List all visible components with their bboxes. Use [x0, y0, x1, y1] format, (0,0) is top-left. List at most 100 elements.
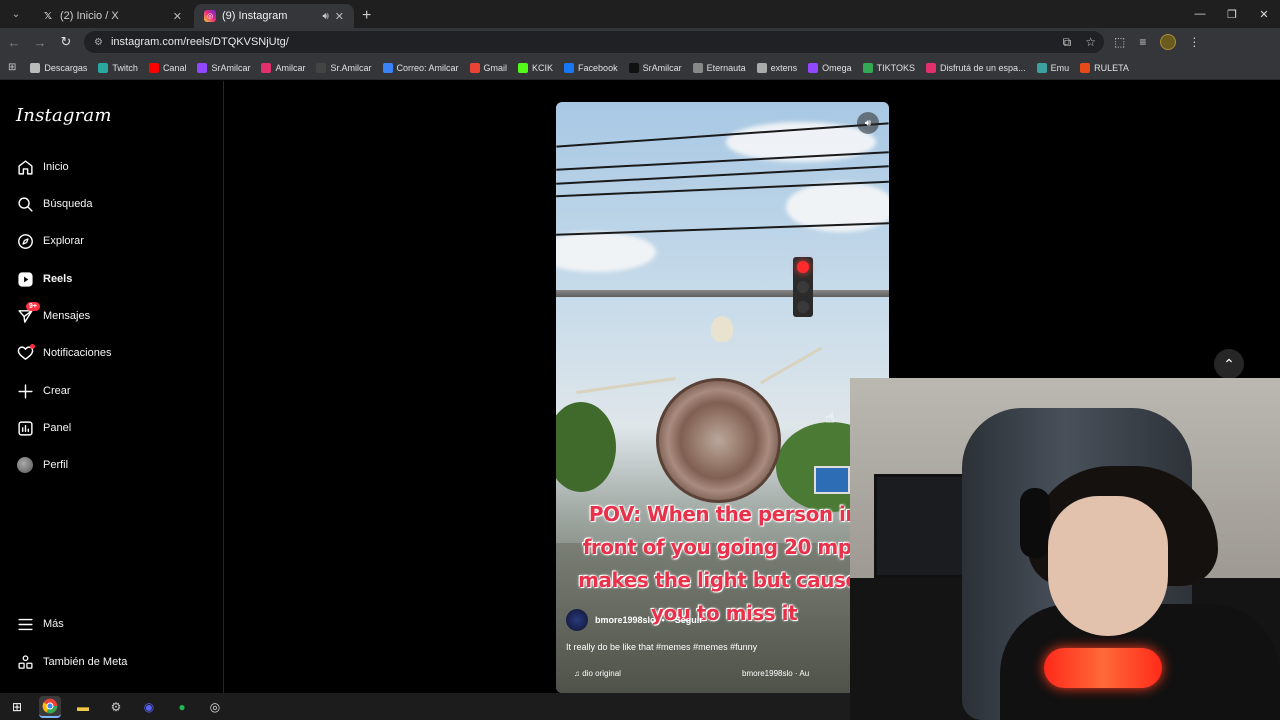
reel-description[interactable]: It really do be like that #memes #memes … — [566, 642, 757, 652]
bookmark-label: Emu — [1050, 62, 1070, 73]
nav-crear[interactable]: Crear — [16, 379, 71, 403]
reel-author: bmore1998slo • Seguir — [566, 609, 703, 631]
bookmark-item[interactable]: Omega — [808, 62, 852, 73]
bookmark-item[interactable]: SrAmilcar — [197, 62, 251, 73]
extensions-icon[interactable]: ⬚ — [1114, 35, 1125, 49]
twitch-icon — [197, 62, 208, 73]
reload-icon[interactable]: ↻ — [54, 34, 78, 50]
profile-avatar[interactable] — [1160, 34, 1177, 50]
chrome-icon[interactable] — [39, 695, 61, 718]
author-username[interactable]: bmore1998slo — [595, 615, 656, 625]
bookmark-item[interactable]: Emu — [1036, 62, 1070, 73]
reels-icon — [16, 270, 34, 288]
avatar-icon — [16, 456, 34, 474]
bookmark-item[interactable]: KCIK — [518, 62, 553, 73]
search-icon — [16, 195, 34, 213]
nav-panel[interactable]: Panel — [16, 416, 71, 440]
reel-audio[interactable]: ♫ dio original — [574, 669, 621, 678]
tab-close-icon[interactable]: ✕ — [335, 10, 344, 23]
download-icon — [30, 62, 41, 73]
reel-video[interactable]: 🔊︎ POV: When the person in front of you … — [556, 102, 889, 693]
forward-icon[interactable]: → — [28, 35, 52, 50]
bookmark-item[interactable]: Twitch — [98, 62, 138, 73]
speaker-icon[interactable]: 🔊︎ — [322, 11, 328, 22]
hand-cursor-icon: ☝ — [825, 410, 835, 427]
file-explorer-icon[interactable]: ▬ — [72, 696, 94, 718]
bookmark-label: Disfrutá de un espa... — [940, 62, 1026, 73]
url-text: instagram.com/reels/DTQKVSNjUtg/ — [110, 36, 289, 48]
nav-label: Panel — [43, 422, 72, 434]
author-avatar[interactable] — [566, 609, 588, 631]
nav-busqueda[interactable]: Búsqueda — [16, 192, 93, 216]
bookmark-star-icon[interactable]: ☆ — [1085, 35, 1096, 49]
bookmark-item[interactable]: Descargas — [30, 62, 87, 73]
mail-icon — [382, 62, 393, 73]
audio-label: dio original — [582, 669, 621, 678]
bookmark-label: extens — [770, 62, 798, 73]
tab-close-icon[interactable]: ✕ — [173, 10, 182, 23]
kick-icon — [518, 62, 529, 73]
skeleton — [711, 316, 733, 342]
bookmark-item[interactable]: RULETA — [1080, 62, 1129, 73]
nav-tambien-de-meta[interactable]: También de Meta — [16, 650, 127, 674]
bookmark-item[interactable]: Amilcar — [261, 62, 305, 73]
music-note-icon: ♫ — [574, 669, 583, 678]
tab-x[interactable]: 𝕏 (2) Inicio / X ✕ — [32, 4, 192, 28]
apps-grid-icon[interactable]: ⊞ — [8, 62, 16, 73]
spotify-icon[interactable]: ● — [171, 696, 193, 718]
bookmark-item[interactable]: SrAmilcar — [628, 62, 682, 73]
follow-button[interactable]: Seguir — [675, 615, 703, 625]
back-icon[interactable]: ← — [2, 35, 26, 50]
discord-icon[interactable]: ◉ — [138, 696, 160, 718]
bookmark-item[interactable]: Canal — [148, 62, 186, 73]
install-app-icon[interactable]: ⧉ — [1063, 35, 1072, 50]
nav-mas[interactable]: Más — [16, 612, 64, 636]
drive-icon — [862, 62, 873, 73]
bookmark-label: Correo: Amilcar — [396, 62, 459, 73]
traffic-light — [793, 257, 813, 317]
windows-start-icon[interactable]: ⊞ — [6, 696, 28, 718]
close-window-icon[interactable]: ✕ — [1248, 0, 1280, 28]
bookmark-item[interactable]: Disfrutá de un espa... — [926, 62, 1026, 73]
instagram-icon: ◎ — [204, 10, 216, 22]
tab-title: (9) Instagram — [222, 10, 288, 22]
bookmark-item[interactable]: Correo: Amilcar — [382, 62, 459, 73]
nav-mensajes[interactable]: 9+ Mensajes — [16, 302, 90, 328]
instagram-logo[interactable]: Instagram — [16, 105, 112, 126]
meta-icon — [16, 653, 34, 671]
chrome-menu-icon[interactable]: ⋮ — [1188, 35, 1200, 49]
tab-search-button[interactable]: ⌄ — [4, 3, 28, 25]
new-tab-button[interactable]: + — [362, 7, 371, 25]
bookmark-item[interactable]: Eternauta — [692, 62, 746, 73]
restore-icon[interactable]: ❐ — [1216, 0, 1248, 28]
scroll-up-button[interactable]: ⌃ — [1214, 349, 1244, 379]
bookmark-item[interactable]: Gmail — [469, 62, 507, 73]
webcam-overlay — [850, 378, 1280, 720]
nav-reels[interactable]: Reels — [16, 267, 72, 291]
obs-icon[interactable]: ◎ — [204, 696, 226, 718]
nav-label: Más — [43, 618, 64, 630]
bookmark-item[interactable]: Facebook — [564, 62, 618, 73]
bookmark-item[interactable]: TIKTOKS — [862, 62, 915, 73]
nav-inicio[interactable]: Inicio — [16, 155, 69, 179]
streamer — [1048, 496, 1168, 636]
nav-notificaciones[interactable]: Notificaciones — [16, 341, 111, 365]
nav-label: Explorar — [43, 235, 84, 247]
bookmark-item[interactable]: extens — [756, 62, 798, 73]
bookmarks-bar: ⊞ Descargas Twitch Canal SrAmilcar Amilcar Sr… — [0, 56, 1280, 80]
nav-perfil[interactable]: Perfil — [16, 453, 68, 477]
site-info-icon[interactable]: ⚙ — [94, 37, 103, 48]
bookmark-label: SrAmilcar — [642, 62, 682, 73]
app-icon — [926, 62, 937, 73]
compass-icon — [16, 232, 34, 250]
volume-icon[interactable]: 🔊︎ — [857, 112, 879, 134]
nav-explorar[interactable]: Explorar — [16, 229, 84, 253]
address-bar[interactable]: ⚙ instagram.com/reels/DTQKVSNjUtg/ ⧉ ☆ — [84, 31, 1104, 53]
media-control-icon[interactable]: ≡ — [1139, 35, 1146, 49]
steam-icon[interactable]: ⚙ — [105, 696, 127, 718]
bookmark-label: SrAmilcar — [211, 62, 251, 73]
audio-credit[interactable]: bmore1998slo · Au — [742, 669, 809, 678]
minimize-icon[interactable]: — — [1184, 0, 1216, 28]
bookmark-item[interactable]: Sr.Amilcar — [316, 62, 372, 73]
tab-instagram[interactable]: ◎ (9) Instagram 🔊︎ ✕ — [194, 4, 354, 28]
